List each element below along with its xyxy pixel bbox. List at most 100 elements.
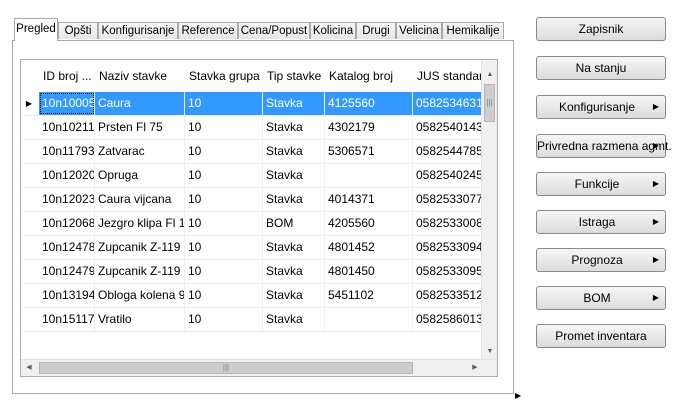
tab-reference[interactable]: Reference (178, 22, 238, 39)
table-row[interactable]: 10n11793 Zatvarac 10 Stavka 5306571 058254478… (21, 140, 483, 164)
scroll-right-arrow-icon[interactable]: ▶ (467, 360, 483, 376)
promet-inventara-button[interactable]: Promet inventara (536, 324, 666, 348)
cell-tip[interactable]: Stavka (263, 236, 325, 259)
cell-grupa[interactable]: 10 (185, 236, 263, 259)
cell-tip[interactable]: Stavka (263, 164, 325, 187)
cell-naziv[interactable]: Obloga kolena 90... (95, 284, 185, 307)
cell-jus[interactable]: 0582533008 (413, 212, 483, 235)
cell-naziv[interactable]: Zupcanik Z-119 (95, 260, 185, 283)
cell-naziv[interactable]: Caura vijcana (95, 188, 185, 211)
tab-hemikalije[interactable]: Hemikalije (442, 22, 504, 39)
zapisnik-button[interactable]: Zapisnik (536, 17, 666, 41)
cell-id[interactable]: 10n10211 (39, 116, 95, 139)
cell-id[interactable]: 10n12479 (39, 260, 95, 283)
cell-jus[interactable]: 0582544785 (413, 140, 483, 163)
cell-katalog[interactable] (325, 308, 413, 331)
cell-id[interactable]: 10n10005 (39, 92, 95, 115)
table-row[interactable]: 10n13194Obloga kolena 90...10Stavka54511… (21, 284, 483, 308)
tab-pregled[interactable]: Pregled (14, 18, 58, 41)
cell-katalog[interactable]: 4014371 (325, 188, 413, 211)
cell-katalog[interactable]: 4125560 (325, 92, 413, 115)
table-row[interactable]: 10n12479 Zupcanik Z-119 10 Stavka 4801450 058… (21, 260, 483, 284)
funkcije-button[interactable]: Funkcije ▶ (536, 172, 666, 196)
tab-drugi[interactable]: Drugi (356, 22, 396, 39)
vertical-scroll-thumb[interactable]: ||| (484, 84, 495, 122)
cell-jus[interactable]: 0582533512 (413, 284, 483, 307)
cell-jus[interactable]: 0582540245 (413, 164, 483, 187)
items-grid[interactable]: ID broj ... Naziv stavke Stavka grupa Ti… (20, 59, 498, 377)
cell-katalog[interactable]: 4302179 (325, 116, 413, 139)
column-header-jus[interactable]: JUS standard (413, 60, 490, 92)
expand-arrow-icon[interactable]: ▶ (515, 391, 521, 400)
cell-grupa[interactable]: 10 (185, 92, 263, 115)
cell-naziv[interactable]: Vratilo (95, 308, 185, 331)
cell-naziv[interactable]: Zatvarac (95, 140, 185, 163)
cell-katalog[interactable]: 4801452 (325, 236, 413, 259)
column-header-naziv[interactable]: Naziv stavke (95, 60, 185, 92)
na-stanju-button[interactable]: Na stanju (536, 56, 666, 80)
cell-naziv[interactable]: Opruga (95, 164, 185, 187)
scroll-up-arrow-icon[interactable]: ▲ (482, 66, 497, 83)
vertical-scrollbar[interactable]: ▲ ||| ▼ (481, 60, 497, 360)
cell-grupa[interactable]: 10 (185, 308, 263, 331)
tab-kolicina[interactable]: Kolicina (310, 22, 356, 39)
bom-button[interactable]: BOM ▶ (536, 286, 666, 310)
cell-tip[interactable]: Stavka (263, 308, 325, 331)
cell-tip[interactable]: Stavka (263, 92, 325, 115)
column-header-katalog[interactable]: Katalog broj (325, 60, 413, 92)
column-header-tip[interactable]: Tip stavke (263, 60, 325, 92)
prognoza-button[interactable]: Prognoza ▶ (536, 248, 666, 272)
cell-katalog[interactable] (325, 164, 413, 187)
cell-tip[interactable]: BOM (263, 212, 325, 235)
cell-naziv[interactable]: Jezgro klipa Fl 185 (95, 212, 185, 235)
table-row[interactable]: 10n10211 Prsten Fl 75 10 Stavka 4302179 05825… (21, 116, 483, 140)
cell-naziv[interactable]: Zupcanik Z-119 (95, 236, 185, 259)
column-header-id[interactable]: ID broj ... (39, 60, 95, 92)
cell-grupa[interactable]: 10 (185, 284, 263, 307)
cell-jus[interactable]: 0582533095 (413, 260, 483, 283)
cell-id[interactable]: 10n12023 (39, 188, 95, 211)
konfigurisanje-button[interactable]: Konfigurisanje ▶ (536, 95, 666, 119)
table-row[interactable]: 10n12020 Opruga 10 Stavka 0582540245 (21, 164, 483, 188)
horizontal-scroll-thumb[interactable]: ||| (39, 362, 413, 374)
cell-katalog[interactable]: 4205560 (325, 212, 413, 235)
cell-id[interactable]: 10n11793 (39, 140, 95, 163)
table-row[interactable]: ▶ 10n10005 Caura 10 Stavka 4125560 0582534631 (21, 92, 483, 116)
tab-konfigurisanje[interactable]: Konfigurisanje (98, 22, 178, 39)
cell-jus[interactable]: 0582586013 (413, 308, 483, 331)
cell-jus[interactable]: 0582533077 (413, 188, 483, 211)
privredna-razmena-agmt-button[interactable]: Privredna razmena agmt. ▶ (536, 134, 672, 158)
cell-jus[interactable]: 0582534631 (413, 92, 483, 115)
cell-grupa[interactable]: 10 (185, 188, 263, 211)
cell-id[interactable]: 10n15117 (39, 308, 95, 331)
cell-naziv[interactable]: Prsten Fl 75 (95, 116, 185, 139)
scroll-left-arrow-icon[interactable]: ◀ (21, 360, 37, 376)
cell-jus[interactable]: 0582540143 (413, 116, 483, 139)
tab-cena-popust[interactable]: Cena/Popust (238, 22, 310, 39)
table-row[interactable]: 10n12068Jezgro klipa Fl 18510BOM42055600… (21, 212, 483, 236)
cell-grupa[interactable]: 10 (185, 116, 263, 139)
cell-grupa[interactable]: 10 (185, 140, 263, 163)
cell-grupa[interactable]: 10 (185, 164, 263, 187)
cell-tip[interactable]: Stavka (263, 260, 325, 283)
cell-id[interactable]: 10n13194 (39, 284, 95, 307)
tab-velicina[interactable]: Velicina (396, 22, 442, 39)
cell-jus[interactable]: 0582533094 (413, 236, 483, 259)
scroll-down-arrow-icon[interactable]: ▼ (482, 343, 497, 360)
table-row[interactable]: 10n12478 Zupcanik Z-119 10 Stavka 4801452 058… (21, 236, 483, 260)
cell-id[interactable]: 10n12020 (39, 164, 95, 187)
cell-id[interactable]: 10n12478 (39, 236, 95, 259)
cell-katalog[interactable]: 4801450 (325, 260, 413, 283)
cell-tip[interactable]: Stavka (263, 116, 325, 139)
column-header-grupa[interactable]: Stavka grupa (185, 60, 263, 92)
horizontal-scrollbar[interactable]: ◀ ||| ▶ (21, 359, 497, 376)
cell-grupa[interactable]: 10 (185, 212, 263, 235)
cell-katalog[interactable]: 5451102 (325, 284, 413, 307)
cell-id[interactable]: 10n12068 (39, 212, 95, 235)
table-row[interactable]: 10n15117 Vratilo 10 Stavka 0582586013 (21, 308, 483, 332)
table-row[interactable]: 10n12023 Caura vijcana 10 Stavka 4014371 0582… (21, 188, 483, 212)
cell-tip[interactable]: Stavka (263, 188, 325, 211)
cell-tip[interactable]: Stavka (263, 284, 325, 307)
cell-grupa[interactable]: 10 (185, 260, 263, 283)
cell-katalog[interactable]: 5306571 (325, 140, 413, 163)
